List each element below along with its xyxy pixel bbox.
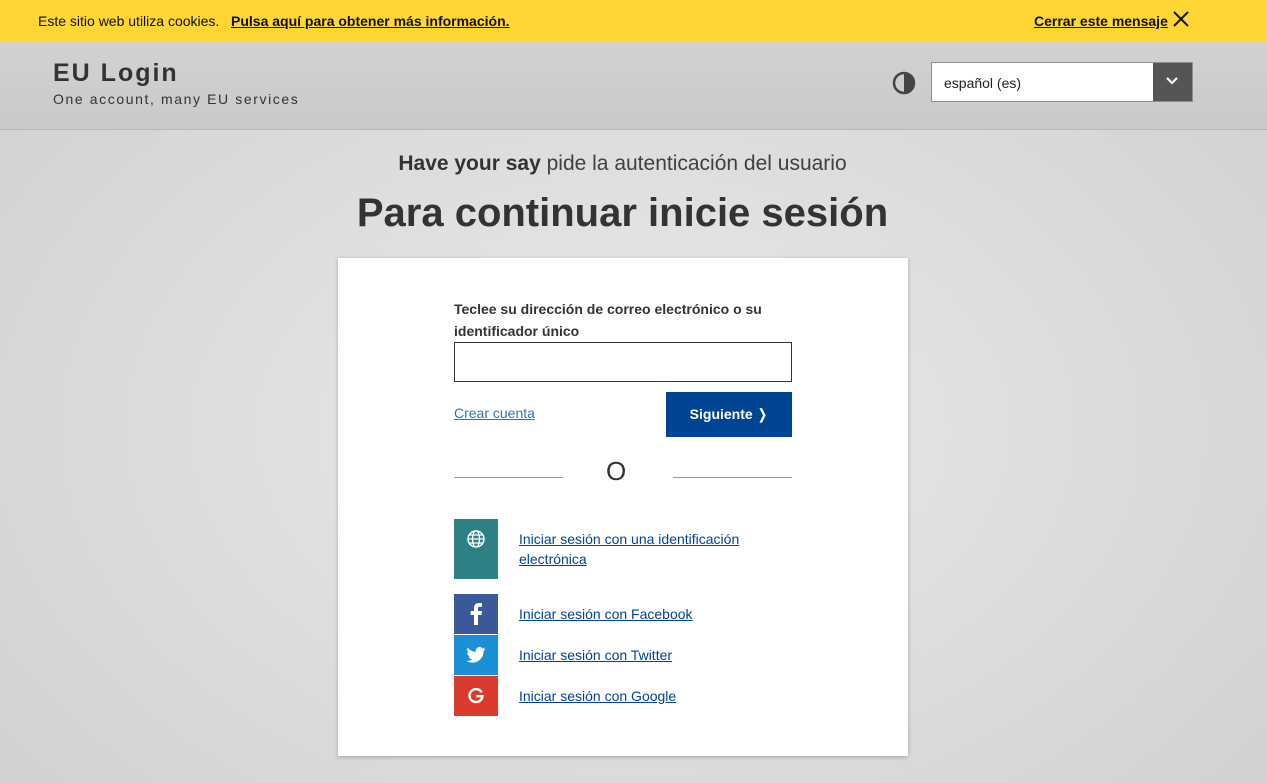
close-cookie-message-link[interactable]: Cerrar este mensaje (1034, 13, 1168, 29)
site-title: EU Login (53, 59, 179, 87)
cookie-info-link[interactable]: Pulsa aquí para obtener más información. (231, 13, 510, 29)
service-name: Have your say (398, 152, 541, 175)
next-button[interactable]: Siguiente ❭ (666, 392, 792, 437)
site-header: EU Login One account, many EU services e… (0, 42, 1267, 130)
cookie-notice-text: Este sitio web utiliza cookies. (38, 13, 220, 29)
separator-line-left (454, 477, 563, 478)
email-field-label: Teclee su dirección de correo electrónic… (454, 301, 762, 339)
language-selected-value: español (es) (944, 75, 1022, 91)
twitter-login-link[interactable]: Iniciar sesión con Twitter (519, 645, 672, 665)
cookie-banner: Este sitio web utiliza cookies. Pulsa aq… (0, 0, 1267, 42)
facebook-icon[interactable] (454, 594, 498, 634)
page-title: Para continuar inicie sesión (356, 191, 889, 235)
eid-login-link[interactable]: Iniciar sesión con una identificación el… (519, 529, 779, 569)
separator-or-text: O (606, 456, 627, 486)
language-select[interactable]: español (es) (931, 62, 1193, 102)
contrast-toggle-icon[interactable] (892, 71, 916, 95)
create-account-link[interactable]: Crear cuenta (454, 405, 535, 421)
chevron-down-icon[interactable] (1153, 63, 1192, 101)
google-icon[interactable] (454, 676, 498, 716)
close-icon[interactable] (1171, 9, 1191, 29)
email-field[interactable] (454, 342, 792, 382)
globe-icon[interactable] (454, 519, 498, 579)
site-subtitle: One account, many EU services (53, 91, 300, 107)
separator-line-right (673, 477, 792, 478)
service-request-text: pide la autenticación del usuario (540, 152, 847, 175)
requesting-service-line: Have your say pide la autenticación del … (0, 152, 1245, 176)
twitter-icon[interactable] (454, 635, 498, 675)
facebook-login-link[interactable]: Iniciar sesión con Facebook (519, 604, 693, 624)
google-login-link[interactable]: Iniciar sesión con Google (519, 686, 676, 706)
login-card: Teclee su dirección de correo electrónic… (338, 258, 908, 756)
